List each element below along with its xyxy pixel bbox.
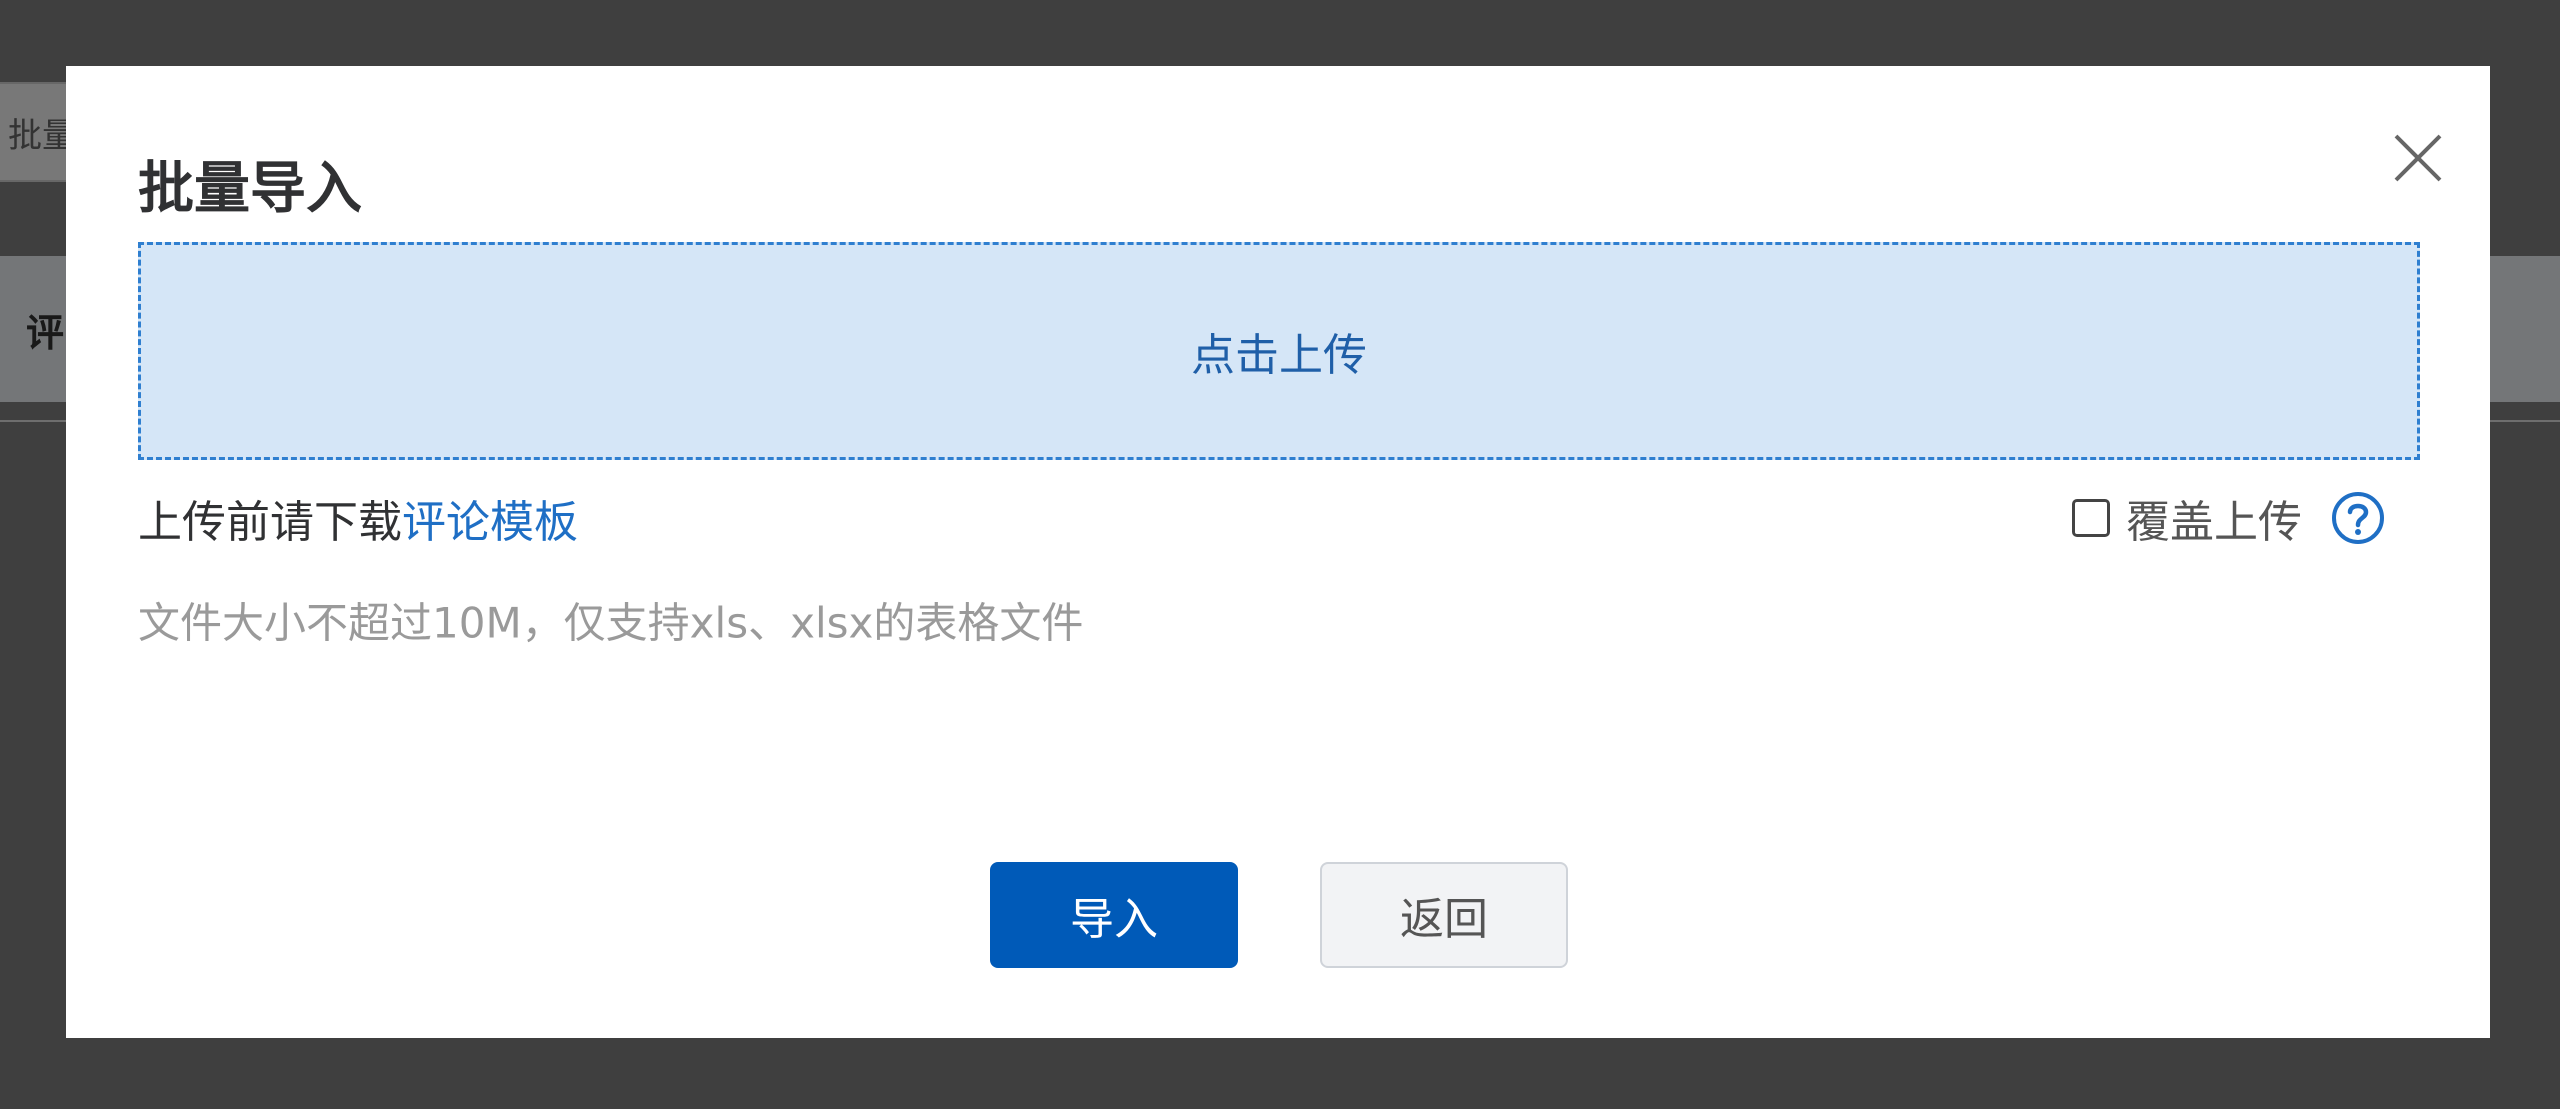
overwrite-upload-option: 覆盖上传 bbox=[2072, 486, 2386, 550]
close-icon bbox=[2394, 134, 2442, 182]
overwrite-upload-checkbox[interactable] bbox=[2072, 499, 2110, 537]
question-circle-icon bbox=[2332, 492, 2384, 544]
help-button[interactable] bbox=[2330, 490, 2386, 546]
close-button[interactable] bbox=[2376, 116, 2460, 200]
template-download-row: 上传前请下载评论模板 bbox=[138, 486, 578, 550]
upload-dropzone[interactable]: 点击上传 bbox=[138, 242, 2420, 460]
page: 批量 评 批量导入 点击上传 上传前请下载评论模板 覆盖上传 bbox=[0, 0, 2560, 1109]
back-button[interactable]: 返回 bbox=[1320, 862, 1568, 968]
batch-import-dialog: 批量导入 点击上传 上传前请下载评论模板 覆盖上传 文件大小不超过10M，仅支持… bbox=[66, 66, 2490, 1038]
template-prefix-text: 上传前请下载 bbox=[138, 497, 402, 548]
upload-label: 点击上传 bbox=[1191, 330, 1367, 381]
file-requirement-hint: 文件大小不超过10M，仅支持xls、xlsx的表格文件 bbox=[138, 598, 1084, 648]
template-download-link[interactable]: 评论模板 bbox=[402, 497, 578, 548]
overwrite-upload-label[interactable]: 覆盖上传 bbox=[2126, 486, 2302, 550]
import-button[interactable]: 导入 bbox=[990, 862, 1238, 968]
dialog-title: 批量导入 bbox=[138, 156, 362, 222]
